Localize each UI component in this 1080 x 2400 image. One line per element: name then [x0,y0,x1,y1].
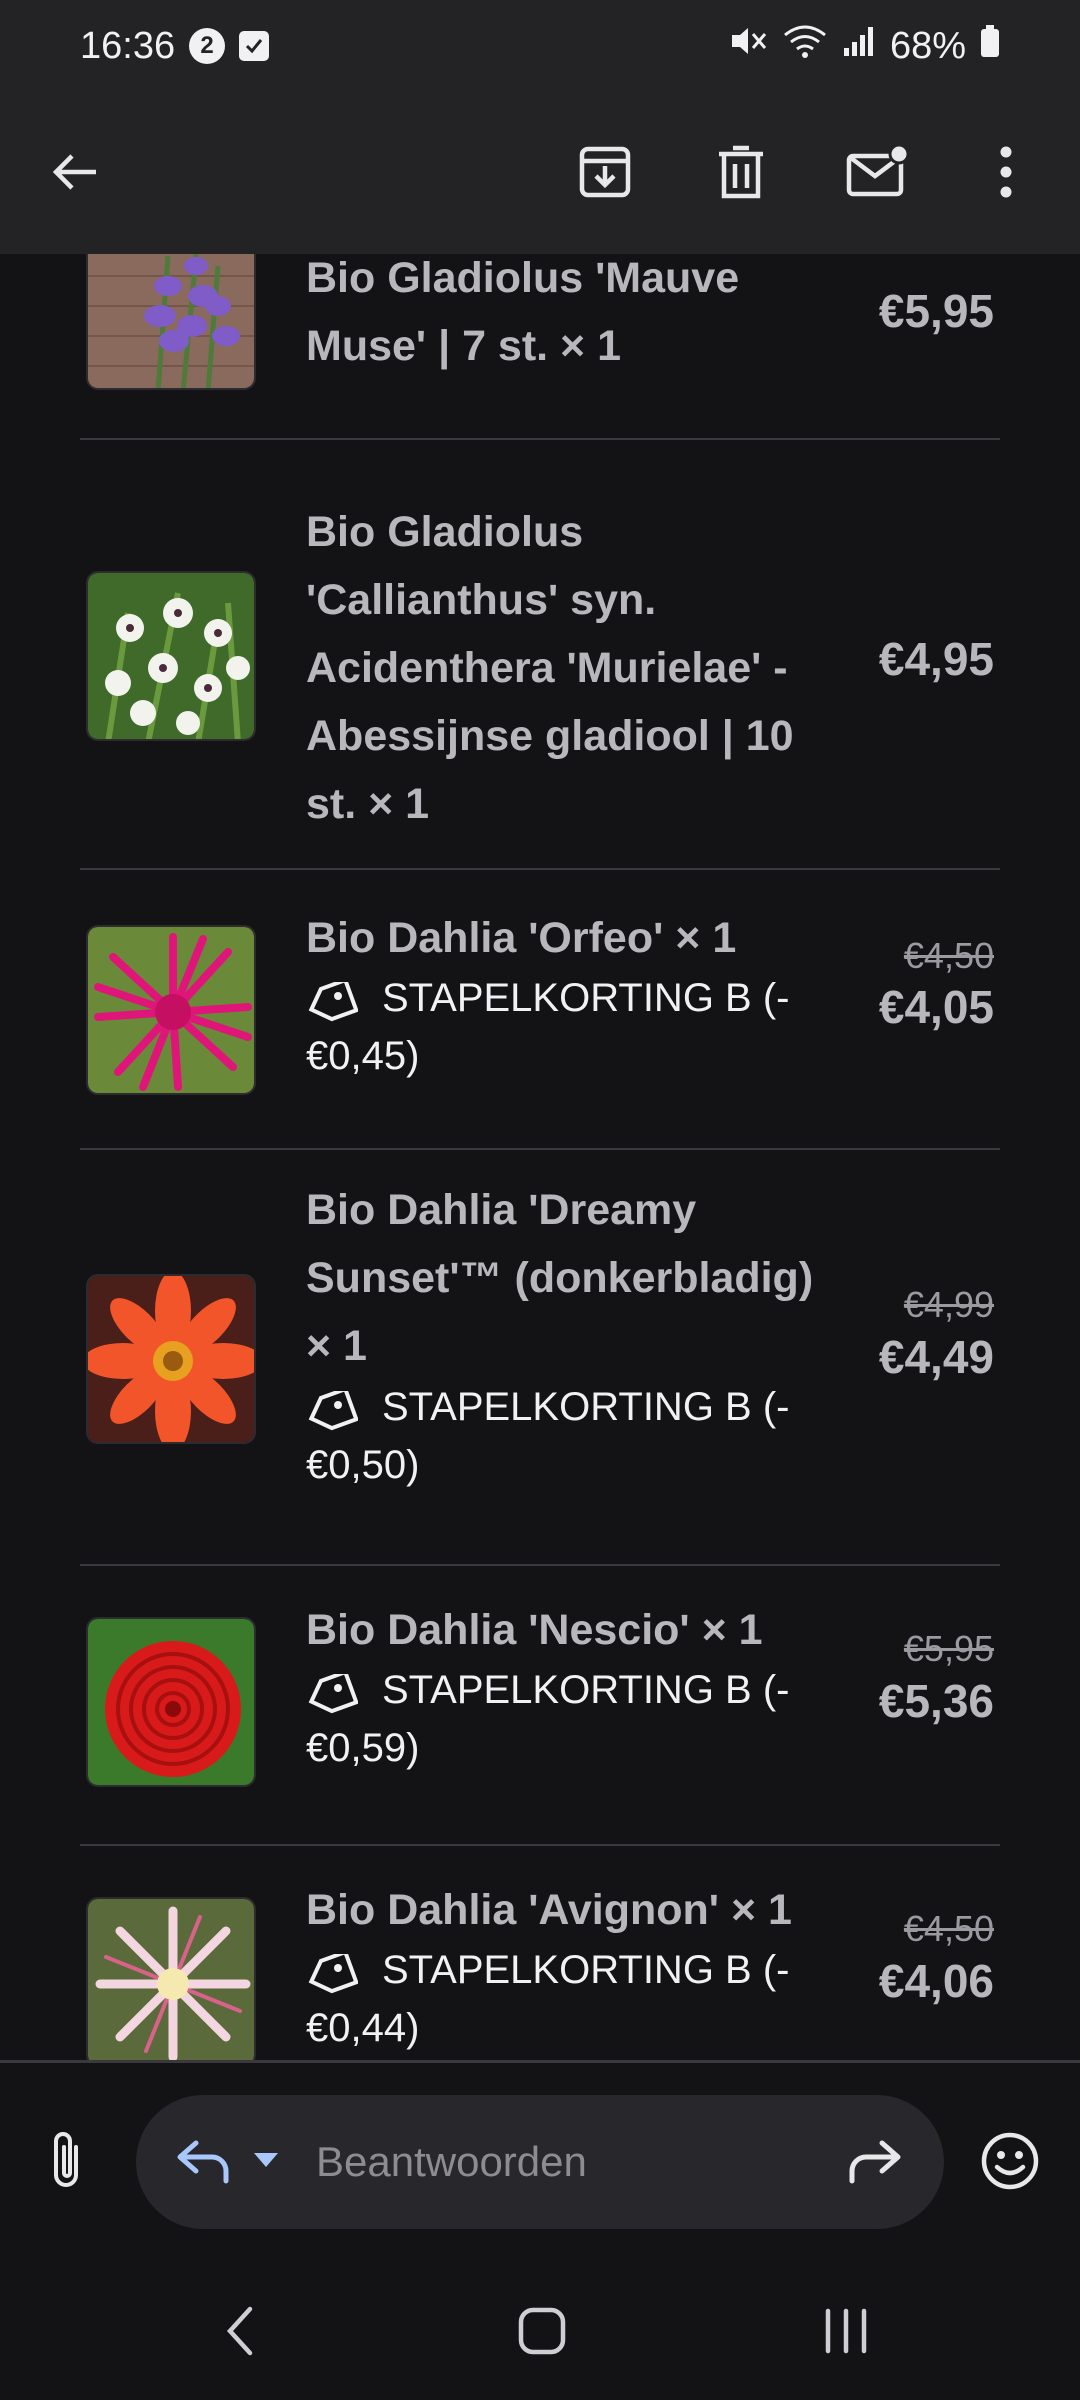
reply-icon[interactable] [174,2139,230,2190]
order-item: Bio Gladiolus 'Callianthus' syn. Acident… [80,440,1000,870]
reply-input[interactable]: Beantwoorden [136,2095,944,2229]
email-body[interactable]: Bio Gladiolus 'Mauve Muse' | 7 st. × 1 €… [0,254,1080,2060]
order-item: Bio Dahlia 'Orfeo' × 1 STAPELKORTING B (… [80,870,1000,1150]
discount-label: STAPELKORTING B (-€0,44) [306,1941,846,2057]
delete-icon[interactable] [701,132,781,212]
order-item: Bio Dahlia 'Nescio' × 1 STAPELKORTING B … [80,1566,1000,1846]
order-item: Bio Gladiolus 'Mauve Muse' | 7 st. × 1 €… [80,254,1000,440]
system-nav-bar [0,2263,1080,2400]
mark-unread-icon[interactable] [837,132,917,212]
discount-text: STAPELKORTING B (-€0,59) [306,1668,790,1770]
status-bar: 16:36 2 68% [0,0,1080,92]
discount-label: STAPELKORTING B (-€0,45) [306,969,846,1085]
nav-back-icon[interactable] [220,2303,260,2364]
orange-dahlia-image [86,1274,256,1444]
tag-icon [306,1669,359,1714]
pink-dahlia-image [86,925,256,1095]
item-price: €4,95 [878,633,994,685]
discount-label: STAPELKORTING B (-€0,59) [306,1661,846,1777]
attachment-icon[interactable] [36,2121,96,2201]
wifi-icon [782,23,828,69]
item-price-original: €4,50 [903,935,994,976]
more-vert-icon[interactable] [966,132,1046,212]
discount-text: STAPELKORTING B (-€0,50) [306,1385,790,1487]
order-item: Bio Dahlia 'Avignon' × 1 STAPELKORTING B… [80,1846,1000,2060]
reply-placeholder: Beantwoorden [316,2138,587,2185]
nav-recents-icon[interactable] [822,2307,870,2360]
back-arrow-icon[interactable] [36,132,116,212]
status-time: 16:36 [80,24,176,67]
discount-text: STAPELKORTING B (-€0,45) [306,976,790,1078]
order-item: Bio Dahlia 'Dreamy Sunset'™ (donkerbladi… [80,1150,1000,1566]
item-price: €5,95 [878,285,994,337]
mute-icon [728,23,768,69]
notification-count-badge: 2 [189,28,226,64]
item-price: €4,49 [878,1331,994,1383]
item-price: €5,36 [878,1675,994,1727]
purple-gladiolus-image [86,254,256,390]
battery-percent: 68% [889,24,966,67]
item-title: Bio Dahlia 'Dreamy Sunset'™ (donkerbladi… [306,1186,814,1370]
item-title: Bio Dahlia 'Orfeo' × 1 [306,914,737,962]
discount-text: STAPELKORTING B (-€0,44) [306,1948,790,2050]
item-title: Bio Gladiolus 'Mauve Muse' | 7 st. × 1 [306,254,740,370]
reply-bar: Beantwoorden [0,2063,1080,2263]
forward-icon[interactable] [848,2139,904,2190]
item-price: €4,05 [878,981,994,1033]
signal-icon [842,24,876,68]
archive-icon[interactable] [565,132,645,212]
battery-icon [980,24,1000,68]
tag-icon [306,1386,359,1431]
item-title: Bio Dahlia 'Nescio' × 1 [306,1606,763,1654]
discount-label: STAPELKORTING B (-€0,50) [306,1378,846,1494]
email-toolbar [0,92,1080,254]
item-price-original: €5,95 [903,1628,994,1669]
white-pink-dahlia-image [86,1897,256,2060]
item-title: Bio Gladiolus 'Callianthus' syn. Acident… [306,508,794,828]
item-price-original: €4,50 [903,1908,994,1949]
red-dahlia-image [86,1617,256,1787]
item-price: €4,06 [878,1955,994,2007]
item-price-original: €4,99 [903,1284,994,1325]
item-title: Bio Dahlia 'Avignon' × 1 [306,1886,792,1934]
checkbox-notification-icon [239,31,270,61]
tag-icon [306,977,359,1022]
reply-dropdown-icon[interactable] [252,2151,280,2174]
white-gladiolus-image [86,571,256,741]
nav-home-icon[interactable] [518,2307,566,2360]
tag-icon [306,1949,359,1994]
emoji-icon[interactable] [980,2131,1040,2196]
